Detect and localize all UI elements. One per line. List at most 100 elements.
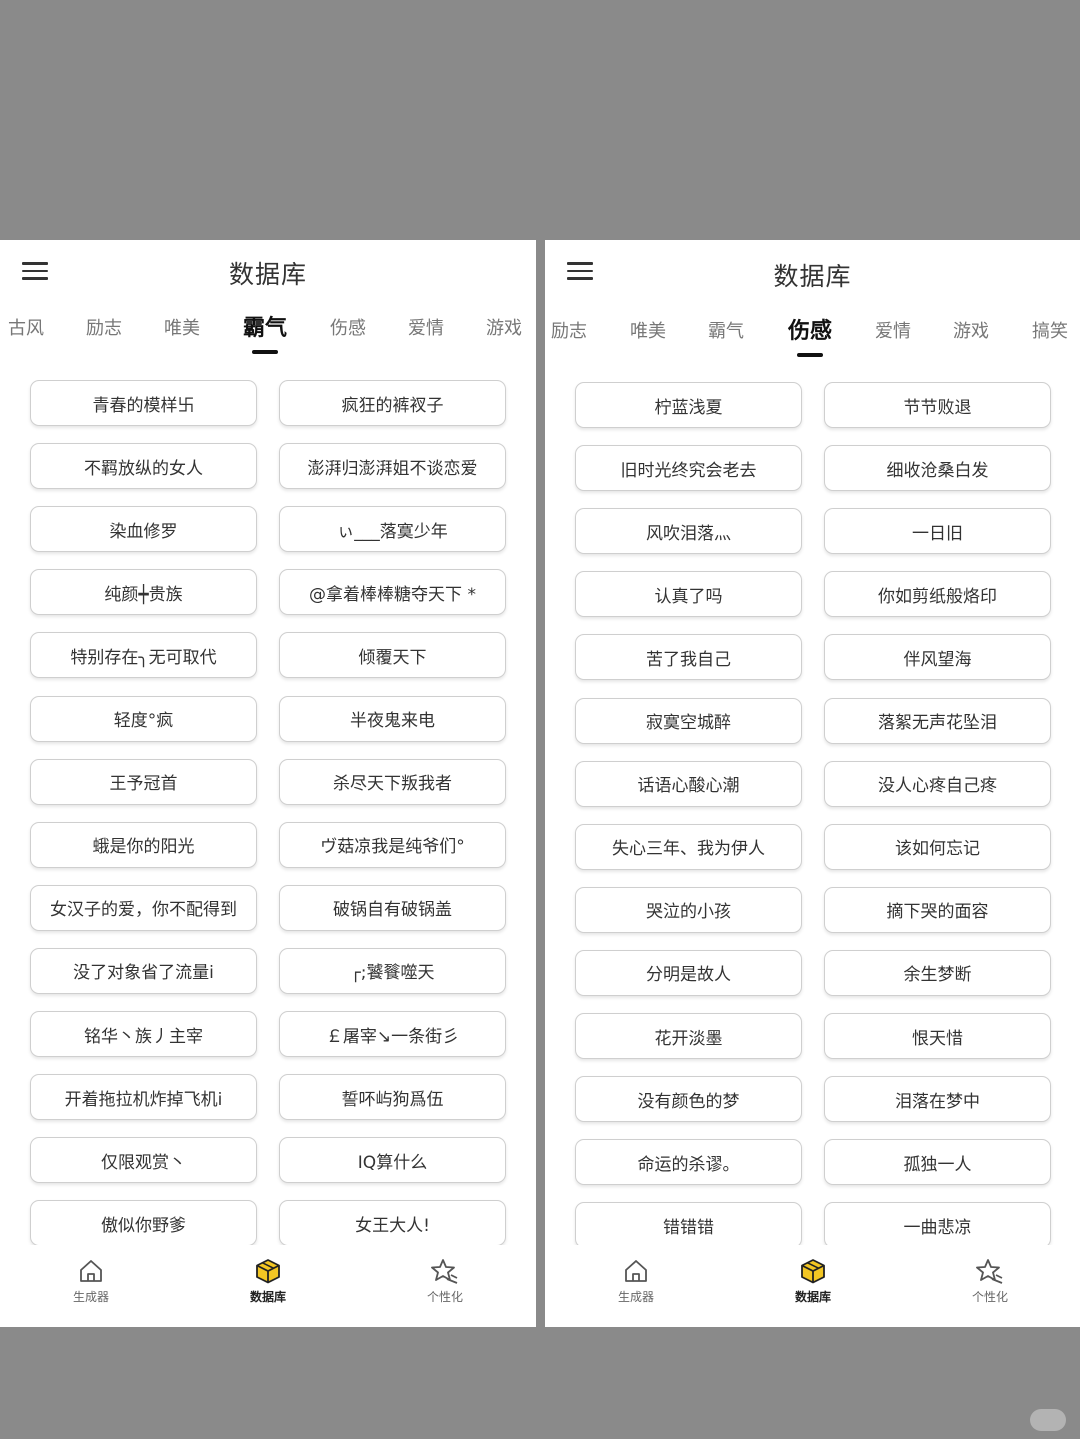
nickname-card[interactable]: 错错错 (575, 1202, 802, 1247)
nickname-card[interactable]: 寂寞空城醉 (575, 697, 802, 744)
nickname-card[interactable]: 不羁放纵的女人 (30, 443, 257, 490)
nickname-card[interactable]: ┌;饕餮噬天 (279, 947, 506, 994)
tab-5[interactable]: 爱情 (408, 314, 444, 340)
nickname-card[interactable]: 蛾是你的阳光 (30, 821, 257, 868)
app-header: 数据库 (545, 240, 1080, 302)
right-screen: 数据库 励志 唯美 霸气 伤感 爱情 游戏 搞笑 柠蓝浅夏 节节败退 旧时光终究会老去 细收沧桑白… (545, 240, 1080, 1327)
nickname-card[interactable]: 孤独一人 (824, 1139, 1051, 1186)
nickname-card[interactable]: 柠蓝浅夏 (575, 382, 802, 428)
nickname-card[interactable]: 没人心疼自己疼 (824, 760, 1051, 807)
nickname-card[interactable]: 节节败退 (824, 382, 1051, 428)
bottom-nav: 生成器 数据库 个性化 (545, 1245, 1080, 1327)
tab-1[interactable]: 唯美 (630, 317, 666, 343)
tab-3[interactable]: 伤感 (788, 313, 832, 357)
nickname-card[interactable]: 话语心酸心潮 (575, 760, 802, 807)
nickname-card[interactable]: 命运的杀谬。 (575, 1139, 802, 1186)
nickname-card[interactable]: ￡屠宰↘一条街彡 (279, 1011, 506, 1057)
nickname-card[interactable]: 哭泣的小孩 (575, 886, 802, 933)
database-cube-icon (208, 1257, 328, 1285)
category-tabs: 古风 励志 唯美 霸气 伤感 爱情 游戏 (0, 308, 536, 358)
page-title: 数据库 (228, 260, 307, 289)
nickname-card[interactable]: 疯狂的裤衩子 (279, 380, 506, 426)
nav-label: 个性化 (426, 1290, 463, 1304)
nav-label: 生成器 (72, 1290, 109, 1304)
nav-item-1[interactable]: 数据库 (208, 1257, 328, 1305)
app-header: 数据库 (0, 240, 536, 302)
nickname-card[interactable]: 你如剪纸般烙印 (824, 571, 1051, 618)
nickname-card[interactable]: 细收沧桑白发 (824, 445, 1051, 492)
tab-2[interactable]: 唯美 (164, 314, 200, 340)
nickname-card[interactable]: 伴风望海 (824, 634, 1051, 681)
nickname-card[interactable]: 铭华丶族丿主宰 (30, 1011, 257, 1057)
tab-1[interactable]: 励志 (86, 314, 122, 340)
nickname-card[interactable]: 没了对象省了流量i (30, 947, 257, 994)
nickname-card[interactable]: 纯颜┿贵族 (30, 569, 257, 616)
nickname-card[interactable]: 仅限观赏丶 (30, 1137, 257, 1184)
nickname-card[interactable]: 特别存在╮无可取代 (30, 632, 257, 679)
nickname-card[interactable]: 轻度°疯 (30, 695, 257, 742)
nickname-card[interactable]: 落絮无声花坠泪 (824, 697, 1051, 744)
tab-0[interactable]: 古风 (8, 314, 44, 340)
nickname-card[interactable]: 没有颜色的梦 (575, 1076, 802, 1123)
nickname-card[interactable]: 一曲悲凉 (824, 1202, 1051, 1247)
home-icon (576, 1257, 696, 1285)
nickname-card[interactable]: 认真了吗 (575, 571, 802, 618)
category-tabs: 励志 唯美 霸气 伤感 爱情 游戏 搞笑 (545, 311, 1080, 361)
nickname-card[interactable]: 旧时光终究会老去 (575, 445, 802, 492)
nickname-grid: 青春的模样卐 疯狂的裤衩子 不羁放纵的女人 澎湃归澎湃姐不谈恋爱 染血修罗 ぃ___落寞少… (0, 380, 536, 1247)
nickname-card[interactable]: 摘下哭的面容 (824, 886, 1051, 933)
nickname-card[interactable]: 余生梦断 (824, 949, 1051, 996)
personalize-star-icon (930, 1257, 1050, 1285)
nickname-card[interactable]: 一日旧 (824, 508, 1051, 555)
nav-label: 数据库 (794, 1290, 831, 1304)
nickname-card[interactable]: 恨天惜 (824, 1013, 1051, 1059)
nickname-card[interactable]: 开着拖拉机炸掉飞机i (30, 1074, 257, 1121)
nickname-card[interactable]: ぃ___落寞少年 (279, 506, 506, 553)
tab-6[interactable]: 搞笑 (1032, 317, 1068, 343)
nickname-card[interactable]: 破锅自有破锅盖 (279, 884, 506, 931)
nickname-card[interactable]: 誓吥屿狗爲伍 (279, 1074, 506, 1121)
tab-4[interactable]: 伤感 (330, 314, 366, 340)
nav-label: 数据库 (249, 1290, 286, 1304)
nickname-card[interactable]: 染血修罗 (30, 506, 257, 553)
tab-4[interactable]: 爱情 (875, 317, 911, 343)
nickname-card[interactable]: 澎湃归澎湃姐不谈恋爱 (279, 443, 506, 490)
page-title: 数据库 (773, 262, 852, 291)
nickname-card[interactable]: 倾覆天下 (279, 632, 506, 679)
tab-2[interactable]: 霸气 (708, 317, 744, 343)
nav-item-2[interactable]: 个性化 (930, 1257, 1050, 1305)
nickname-card[interactable]: 杀尽天下叛我者 (279, 758, 506, 805)
tab-6[interactable]: 游戏 (486, 314, 522, 340)
personalize-star-icon (385, 1257, 505, 1285)
nickname-card[interactable]: 该如何忘记 (824, 823, 1051, 870)
nickname-card[interactable]: @拿着棒棒糖夺天下 * (279, 569, 506, 616)
tab-3[interactable]: 霸气 (243, 310, 287, 354)
nickname-card[interactable]: 女王大人! (279, 1200, 506, 1247)
nav-label: 个性化 (971, 1290, 1008, 1304)
nickname-card[interactable]: 青春的模样卐 (30, 380, 257, 426)
watermark (1030, 1409, 1066, 1431)
nickname-card[interactable]: 失心三年、我为伊人 (575, 823, 802, 870)
nav-item-0[interactable]: 生成器 (31, 1257, 151, 1305)
nav-label: 生成器 (617, 1290, 654, 1304)
nickname-card[interactable]: 女汉子的爱，你不配得到 (30, 884, 257, 931)
left-screen: 数据库 古风 励志 唯美 霸气 伤感 爱情 游戏 青春的模样卐 疯狂的裤衩子 不羁放纵的女人 澎湃… (0, 240, 536, 1327)
tab-0[interactable]: 励志 (551, 317, 587, 343)
nickname-card[interactable]: IQ算什么 (279, 1137, 506, 1184)
nickname-card[interactable]: 泪落在梦中 (824, 1076, 1051, 1123)
nickname-card[interactable]: ヴ菇凉我是纯爷们° (279, 821, 506, 868)
bottom-nav: 生成器 数据库 个性化 (0, 1245, 536, 1327)
tab-5[interactable]: 游戏 (953, 317, 989, 343)
nickname-card[interactable]: 苦了我自己 (575, 634, 802, 681)
nav-item-1[interactable]: 数据库 (753, 1257, 873, 1305)
nav-item-0[interactable]: 生成器 (576, 1257, 696, 1305)
nickname-card[interactable]: 傲似你野爹 (30, 1200, 257, 1247)
nickname-card[interactable]: 花开淡墨 (575, 1013, 802, 1059)
nickname-card[interactable]: 分明是故人 (575, 949, 802, 996)
nickname-card[interactable]: 王予冠首 (30, 758, 257, 805)
nickname-card[interactable]: 风吹泪落灬 (575, 508, 802, 555)
home-icon (31, 1257, 151, 1285)
nickname-card[interactable]: 半夜鬼来电 (279, 695, 506, 742)
database-cube-icon (753, 1257, 873, 1285)
nav-item-2[interactable]: 个性化 (385, 1257, 505, 1305)
